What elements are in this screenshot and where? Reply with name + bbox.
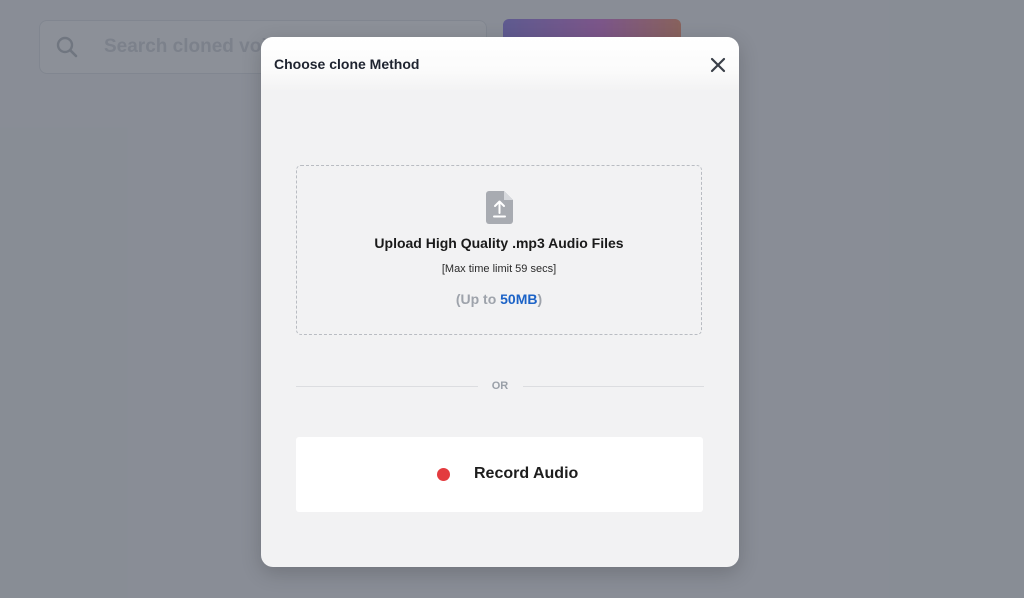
upload-dropzone[interactable]: Upload High Quality .mp3 Audio Files [Ma… <box>296 165 702 335</box>
modal-header: Choose clone Method <box>261 37 739 92</box>
file-upload-icon <box>486 191 513 224</box>
divider-line-right <box>523 386 704 387</box>
upload-size-suffix: ) <box>537 291 543 307</box>
record-audio-button[interactable]: Record Audio <box>296 437 703 512</box>
clone-method-modal: Choose clone Method Upload High Quality … <box>261 37 739 567</box>
upload-size-limit: (Up to 50MB) <box>297 291 701 307</box>
upload-time-limit: [Max time limit 59 secs] <box>441 263 557 275</box>
upload-size-prefix: (Up to <box>455 291 501 307</box>
modal-title: Choose clone Method <box>274 56 420 72</box>
record-audio-label: Record Audio <box>474 465 579 482</box>
close-icon <box>710 57 726 73</box>
upload-title: Upload High Quality .mp3 Audio Files <box>374 235 624 251</box>
upload-size-value: 50MB <box>500 291 538 307</box>
record-dot-icon <box>437 468 450 481</box>
close-button[interactable] <box>707 54 729 76</box>
